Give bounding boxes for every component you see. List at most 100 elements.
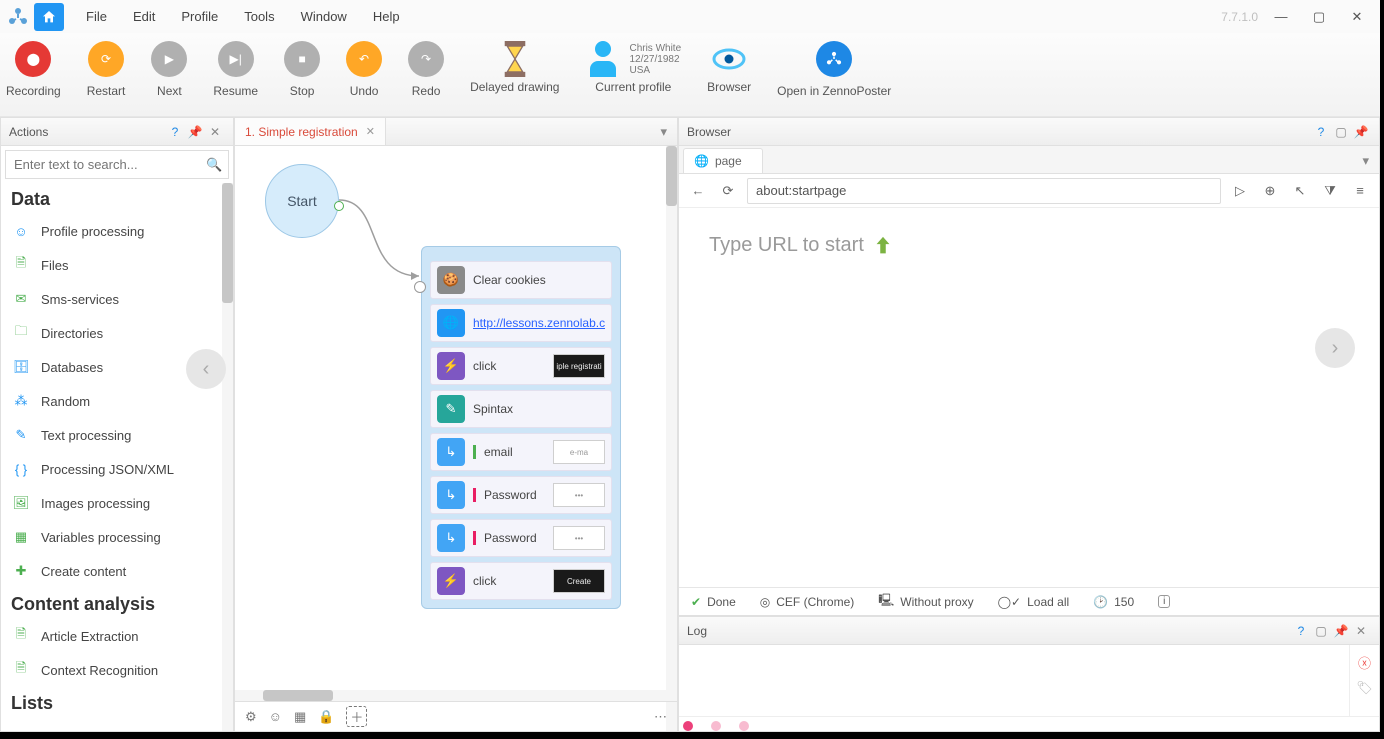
log-max-icon[interactable]: ▢ — [1311, 624, 1331, 638]
menu-file[interactable]: File — [74, 5, 119, 28]
log-filter-2[interactable] — [711, 721, 721, 731]
toolbar-restart[interactable]: ⟳ Restart — [87, 41, 126, 111]
log-pin-icon[interactable]: 📌 — [1331, 624, 1351, 638]
actions-item[interactable]: 🗎Article Extraction — [1, 619, 233, 653]
toolbar-recording[interactable]: ⬤ Recording — [6, 41, 61, 111]
hamburger-icon[interactable]: ≡ — [1349, 180, 1371, 202]
menu-tools[interactable]: Tools — [232, 5, 286, 28]
add-icon[interactable]: ＋ — [346, 706, 367, 727]
canvas-scroll-h[interactable] — [235, 690, 677, 701]
flow-node[interactable]: ⚡clickiple registrati — [430, 347, 612, 385]
flow-node[interactable]: ✎Spintax — [430, 390, 612, 428]
actions-item-label: Context Recognition — [41, 663, 158, 678]
flow-node[interactable]: ⚡clickCreate — [430, 562, 612, 600]
status-num: 150 — [1114, 595, 1134, 609]
extension-icon[interactable]: ⧩ — [1319, 180, 1341, 202]
node-link[interactable]: http://lessons.zennolab.com/en/index — [473, 316, 605, 330]
nav-right-button[interactable]: › — [1315, 328, 1355, 368]
flow-node[interactable]: ↳Password••• — [430, 519, 612, 557]
toolbar-open-zp[interactable]: Open in ZennoPoster — [777, 41, 891, 111]
grid-icon[interactable]: ▦ — [294, 709, 306, 725]
actions-item[interactable]: 🗎Files — [1, 248, 233, 282]
actions-item[interactable]: ▦Variables processing — [1, 520, 233, 554]
zp-icon — [816, 41, 852, 77]
clear-log-icon[interactable]: ⓧ — [1358, 653, 1371, 672]
person-outline-icon[interactable]: ☺ — [269, 709, 282, 724]
menu-profile[interactable]: Profile — [169, 5, 230, 28]
actions-item-icon: ✉ — [11, 289, 31, 309]
toolbar-stop[interactable]: ■ Stop — [284, 41, 320, 111]
log-filter-1[interactable] — [683, 721, 693, 731]
log-filter-3[interactable] — [739, 721, 749, 731]
reload-icon[interactable]: ⟳ — [717, 180, 739, 202]
actions-item-icon: ▦ — [11, 527, 31, 547]
start-node[interactable]: Start — [265, 164, 339, 238]
globe-icon: 🌐 — [437, 309, 465, 337]
actions-item[interactable]: 🖼Images processing — [1, 486, 233, 520]
tab-menu-icon[interactable]: ▾ — [660, 124, 667, 140]
actions-search-input[interactable] — [6, 151, 198, 178]
canvas-tab[interactable]: 1. Simple registration ✕ — [235, 118, 386, 145]
info-icon[interactable]: i — [1158, 595, 1170, 608]
more-icon[interactable]: ⋯ — [654, 709, 667, 725]
menu-help[interactable]: Help — [361, 5, 412, 28]
node-block[interactable]: 🍪Clear cookies 🌐 http://lessons.zennolab.c… — [421, 246, 621, 609]
actions-item[interactable]: 🗎Context Recognition — [1, 653, 233, 687]
minimize-icon[interactable]: — — [1264, 3, 1298, 31]
help-icon[interactable]: ? — [165, 125, 185, 139]
gear-icon[interactable]: ⚙ — [245, 709, 257, 725]
log-close-icon[interactable]: ✕ — [1351, 624, 1371, 638]
home-button[interactable] — [34, 3, 64, 31]
canvas-scroll-v[interactable] — [666, 146, 677, 731]
actions-item-label: Directories — [41, 326, 103, 341]
pin-icon[interactable]: 📌 — [185, 125, 205, 139]
actions-item[interactable]: ⁂Random — [1, 384, 233, 418]
pointer-icon[interactable]: ↖ — [1289, 180, 1311, 202]
actions-item[interactable]: { }Processing JSON/XML — [1, 452, 233, 486]
go-icon[interactable]: ▷ — [1229, 180, 1251, 202]
record-icon: ⬤ — [15, 41, 51, 77]
flow-node[interactable]: ↳emaile-ma — [430, 433, 612, 471]
add-url-icon[interactable]: ⊕ — [1259, 180, 1281, 202]
actions-item-label: Files — [41, 258, 68, 273]
toolbar-next[interactable]: ▶ Next — [151, 41, 187, 111]
actions-item[interactable]: ✚Create content — [1, 554, 233, 588]
flow-node[interactable]: ↳Password••• — [430, 476, 612, 514]
url-input[interactable] — [747, 178, 1221, 204]
flow-node[interactable]: 🍪Clear cookies — [430, 261, 612, 299]
actions-item[interactable]: ✎Text processing — [1, 418, 233, 452]
browser-tab[interactable]: 🌐 page — [683, 148, 763, 173]
back-icon[interactable]: ← — [687, 180, 709, 202]
menu-edit[interactable]: Edit — [121, 5, 167, 28]
start-node-port[interactable] — [334, 201, 344, 211]
toolbar-resume[interactable]: ▶| Resume — [213, 41, 258, 111]
lock-icon[interactable]: 🔒 — [318, 709, 334, 725]
actions-item[interactable]: 🗀 Directories — [1, 316, 233, 350]
actions-scrollbar[interactable] — [222, 183, 233, 731]
actions-item[interactable]: ✉Sms-services — [1, 282, 233, 316]
toolbar-redo[interactable]: ↷ Redo — [408, 41, 444, 111]
close-icon[interactable]: ✕ — [1340, 3, 1374, 31]
search-icon[interactable]: 🔍 — [198, 157, 230, 173]
close-pane-icon[interactable]: ✕ — [205, 125, 225, 139]
browser-help-icon[interactable]: ? — [1311, 125, 1331, 139]
menu-window[interactable]: Window — [289, 5, 359, 28]
toolbar-browser[interactable]: Browser — [707, 41, 751, 107]
tag-icon[interactable]: 🏷 — [1356, 680, 1373, 696]
toolbar-delayed[interactable]: Delayed drawing — [470, 41, 559, 107]
actions-item-icon: 🗀 — [11, 323, 31, 343]
browser-pin-icon[interactable]: 📌 — [1351, 125, 1371, 139]
nav-left-button[interactable]: ‹ — [186, 349, 226, 389]
toolbar-profile[interactable]: Chris White 12/27/1982 USA Current profi… — [585, 41, 681, 107]
maximize-icon[interactable]: ▢ — [1302, 3, 1336, 31]
browser-tab-menu-icon[interactable]: ▾ — [1362, 153, 1379, 173]
actions-item[interactable]: ☺Profile processing — [1, 214, 233, 248]
browser-max-icon[interactable]: ▢ — [1331, 125, 1351, 139]
actions-item-label: Databases — [41, 360, 103, 375]
canvas-tab-close-icon[interactable]: ✕ — [366, 125, 375, 138]
toolbar-undo[interactable]: ↶ Undo — [346, 41, 382, 111]
pencil-icon: ✎ — [437, 395, 465, 423]
actions-item-label: Profile processing — [41, 224, 144, 239]
log-help-icon[interactable]: ? — [1291, 624, 1311, 638]
flow-node[interactable]: 🌐 http://lessons.zennolab.com/en/index — [430, 304, 612, 342]
